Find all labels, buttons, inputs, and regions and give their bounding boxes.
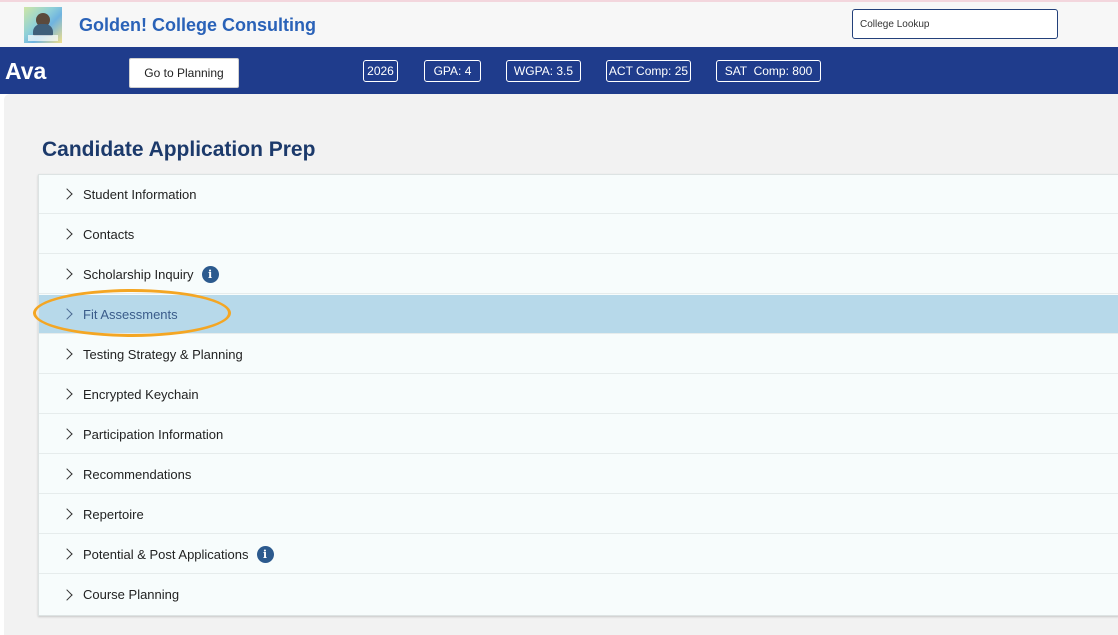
accordion-item-label: Fit Assessments — [83, 306, 178, 322]
logo-image[interactable] — [24, 7, 62, 43]
accordion-item-label: Course Planning — [83, 587, 180, 602]
chevron-right-icon — [61, 228, 73, 240]
accordion-item-fit-assessments[interactable]: Fit Assessments — [39, 295, 1118, 334]
accordion-item-label: Contacts — [83, 226, 135, 242]
chevron-right-icon — [61, 588, 73, 601]
accordion-item-label: Recommendations — [83, 466, 192, 482]
chevron-right-icon — [61, 348, 73, 360]
app-title[interactable]: Golden! College Consulting — [79, 15, 316, 36]
accordion-item-student-information[interactable]: Student Information — [39, 175, 1118, 214]
accordion-item-participation-information[interactable]: Participation Information — [39, 415, 1118, 454]
student-summary-bar: Ava Go to Planning 2026 GPA: 4 WGPA: 3.5… — [0, 47, 1118, 94]
grad-year-badge: 2026 — [363, 60, 398, 82]
accordion-item-label: Potential & Post Applications — [83, 546, 249, 562]
section-title: Candidate Application Prep — [42, 138, 316, 161]
wgpa-badge: WGPA: 3.5 — [506, 60, 581, 82]
main-content: Candidate Application Prep Student Infor… — [4, 94, 1118, 635]
chevron-right-icon — [61, 308, 73, 320]
accordion-item-repertoire[interactable]: Repertoire — [39, 495, 1118, 534]
app-header: Golden! College Consulting — [0, 2, 1118, 47]
student-name: Ava — [5, 58, 47, 84]
accordion-item-label: Scholarship Inquiry — [83, 266, 194, 282]
accordion-item-label: Student Information — [83, 186, 197, 202]
accordion-panel: Student Information Contacts Scholarship… — [38, 174, 1118, 616]
accordion-item-testing-strategy[interactable]: Testing Strategy & Planning — [39, 335, 1118, 374]
act-comp-badge: ACT Comp: 25 — [606, 60, 691, 82]
accordion-item-contacts[interactable]: Contacts — [39, 215, 1118, 254]
chevron-right-icon — [61, 188, 73, 200]
accordion-item-scholarship-inquiry[interactable]: Scholarship Inquiry i — [39, 255, 1118, 294]
gpa-badge: GPA: 4 — [424, 60, 481, 82]
accordion-item-potential-post-applications[interactable]: Potential & Post Applications i — [39, 535, 1118, 574]
chevron-right-icon — [61, 548, 73, 560]
chevron-right-icon — [61, 468, 73, 480]
college-lookup-input[interactable] — [852, 9, 1058, 39]
accordion-item-recommendations[interactable]: Recommendations — [39, 455, 1118, 494]
accordion-item-label: Encrypted Keychain — [83, 386, 199, 402]
chevron-right-icon — [61, 388, 73, 400]
accordion-item-label: Participation Information — [83, 426, 224, 442]
accordion-item-label: Repertoire — [83, 506, 144, 522]
accordion-item-encrypted-keychain[interactable]: Encrypted Keychain — [39, 375, 1118, 414]
info-icon[interactable]: i — [201, 265, 219, 283]
sat-comp-badge: SAT Comp: 800 — [716, 60, 821, 82]
go-to-planning-button[interactable]: Go to Planning — [129, 58, 239, 88]
info-icon[interactable]: i — [256, 545, 274, 563]
chevron-right-icon — [61, 268, 73, 280]
accordion-item-label: Testing Strategy & Planning — [83, 346, 243, 362]
chevron-right-icon — [61, 428, 73, 440]
accordion-item-course-planning[interactable]: Course Planning — [39, 575, 1118, 614]
chevron-right-icon — [61, 508, 73, 520]
